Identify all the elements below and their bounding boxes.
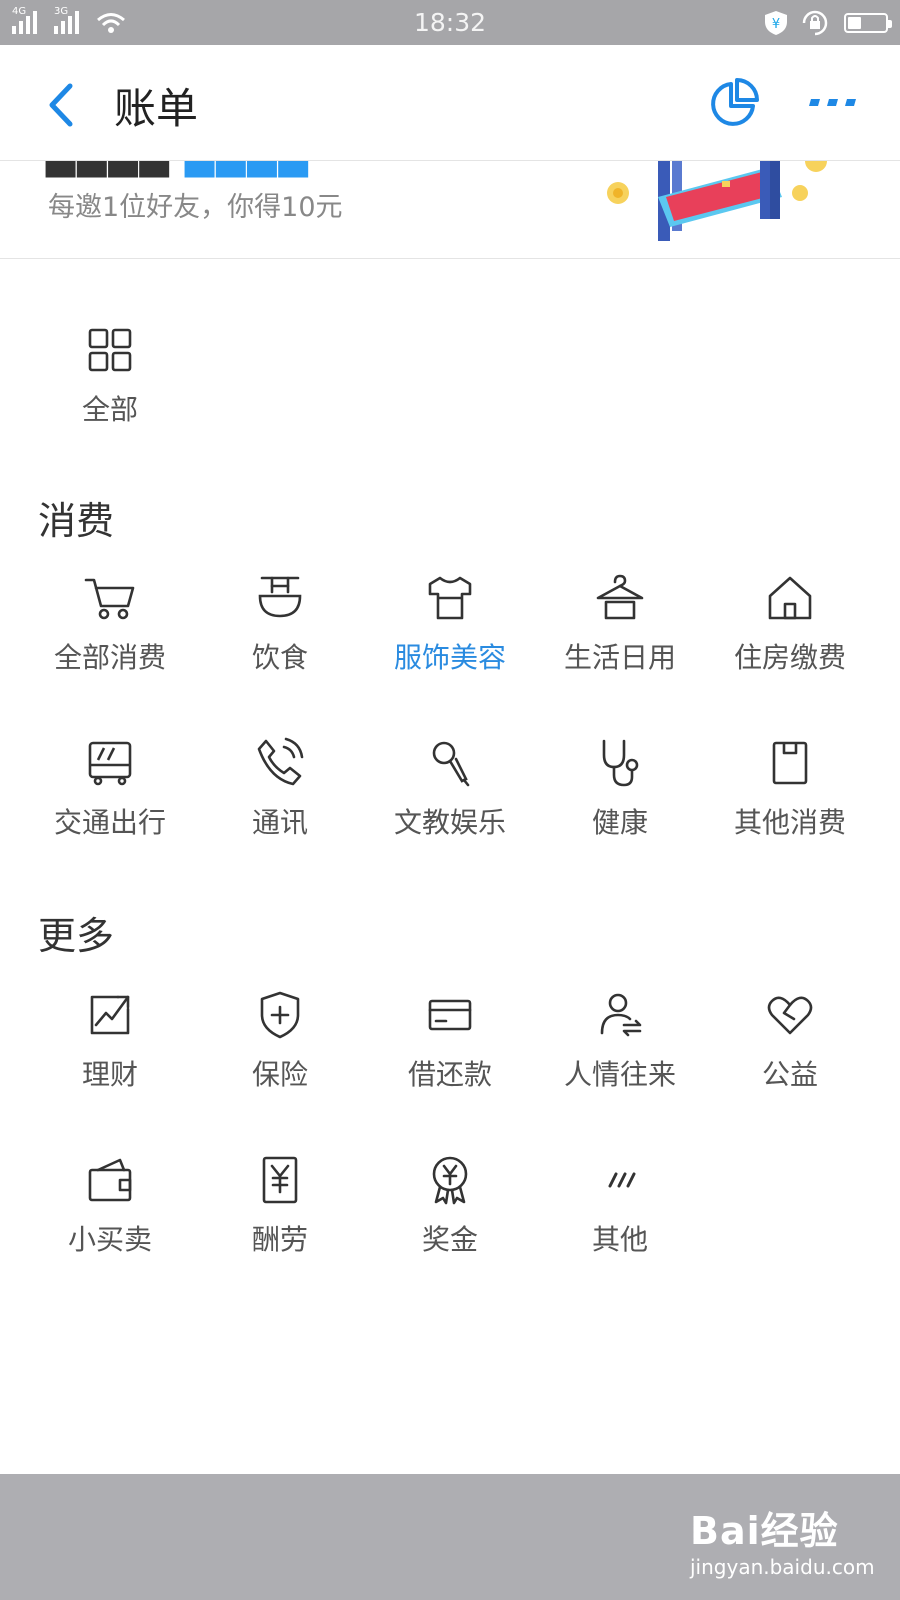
section-title-consume: 消费 [38, 499, 115, 543]
banner-title-cut: ▆▆▆▆ ▆▆▆▆ [46, 161, 310, 177]
pie-chart-icon[interactable] [706, 75, 762, 131]
payslip-icon [262, 1156, 298, 1204]
category-remuneration[interactable]: 酬劳 [195, 1150, 365, 1258]
category-label: 服饰美容 [393, 641, 506, 674]
card-icon [428, 999, 472, 1031]
house-icon [768, 576, 812, 620]
slashes-icon [608, 1172, 636, 1188]
phone-icon [257, 737, 304, 786]
battery-icon [844, 13, 892, 33]
wallet-icon [88, 1158, 132, 1202]
category-label: 全部消费 [53, 641, 166, 674]
page-title: 账单 [114, 84, 199, 133]
watermark-url: jingyan.baidu.com [690, 1555, 875, 1579]
medal-icon [432, 1156, 468, 1205]
category-label: 通讯 [251, 806, 308, 839]
category-label: 饮食 [251, 641, 308, 674]
category-label: 公益 [761, 1058, 818, 1091]
hanger-icon [596, 574, 644, 620]
category-all[interactable]: 全部 [25, 320, 195, 428]
stethoscope-icon [602, 739, 639, 787]
category-food[interactable]: 饮食 [195, 568, 365, 676]
category-label: 其他消费 [733, 806, 846, 839]
category-label: 保险 [251, 1058, 308, 1091]
person-exchange-icon [600, 993, 642, 1037]
bag-icon [772, 741, 808, 785]
category-label: 小买卖 [67, 1223, 152, 1256]
status-bar: 4G 3G 18:32 ¥ [0, 0, 900, 45]
bus-icon [88, 741, 132, 786]
category-transport[interactable]: 交通出行 [25, 733, 195, 841]
heart-icon [767, 996, 813, 1035]
category-small-business[interactable]: 小买卖 [25, 1150, 195, 1258]
category-label: 人情往来 [563, 1058, 676, 1091]
section-title-more: 更多 [38, 914, 115, 958]
svg-text:¥: ¥ [772, 17, 780, 32]
shirt-icon [428, 576, 472, 620]
category-other[interactable]: 其他 [535, 1150, 705, 1258]
category-label: 住房缴费 [733, 641, 846, 674]
category-finance[interactable]: 理财 [25, 985, 195, 1093]
rotation-lock-icon [802, 10, 828, 36]
category-label: 健康 [591, 806, 648, 839]
security-shield-icon: ¥ [765, 11, 787, 35]
category-label: 交通出行 [53, 806, 166, 839]
watermark-footer: Bai经验 jingyan.baidu.com [0, 1474, 900, 1600]
watermark: Bai经验 jingyan.baidu.com [690, 1500, 875, 1579]
category-health[interactable]: 健康 [535, 733, 705, 841]
category-other-consume[interactable]: 其他消费 [705, 733, 875, 841]
grid-icon [88, 328, 132, 372]
category-label: 理财 [81, 1058, 138, 1091]
category-telecom[interactable]: 通讯 [195, 733, 365, 841]
watermark-brand: Bai经验 [690, 1509, 839, 1553]
category-label: 其他 [591, 1223, 648, 1256]
category-label: 酬劳 [251, 1223, 308, 1256]
category-label: 借还款 [407, 1058, 492, 1091]
category-label: 全部 [81, 393, 138, 426]
category-housing[interactable]: 住房缴费 [705, 568, 875, 676]
category-all-consume[interactable]: 全部消费 [25, 568, 195, 676]
category-bonus[interactable]: 奖金 [365, 1150, 535, 1258]
shield-plus-icon [260, 991, 300, 1039]
category-daily[interactable]: 生活日用 [535, 568, 705, 676]
cart-icon [84, 578, 135, 620]
microphone-icon [432, 741, 470, 787]
category-charity[interactable]: 公益 [705, 985, 875, 1093]
trend-chart-icon [90, 995, 130, 1035]
nav-bar: 账单 [0, 45, 900, 161]
category-label: 奖金 [421, 1223, 478, 1256]
red-envelope-illustration [607, 161, 827, 241]
category-loan[interactable]: 借还款 [365, 985, 535, 1093]
category-label: 文教娱乐 [393, 806, 506, 839]
bowl-icon [258, 576, 302, 618]
invite-banner[interactable]: ▆▆▆▆ ▆▆▆▆ 每邀1位好友，你得10元 [0, 161, 900, 259]
more-dots-icon[interactable] [808, 95, 860, 111]
category-label: 生活日用 [563, 641, 676, 674]
chevron-left-icon[interactable] [42, 80, 82, 130]
category-insurance[interactable]: 保险 [195, 985, 365, 1093]
banner-subtitle: 每邀1位好友，你得10元 [48, 192, 343, 223]
category-social[interactable]: 人情往来 [535, 985, 705, 1093]
category-entertainment[interactable]: 文教娱乐 [365, 733, 535, 841]
category-apparel[interactable]: 服饰美容 [365, 568, 535, 676]
